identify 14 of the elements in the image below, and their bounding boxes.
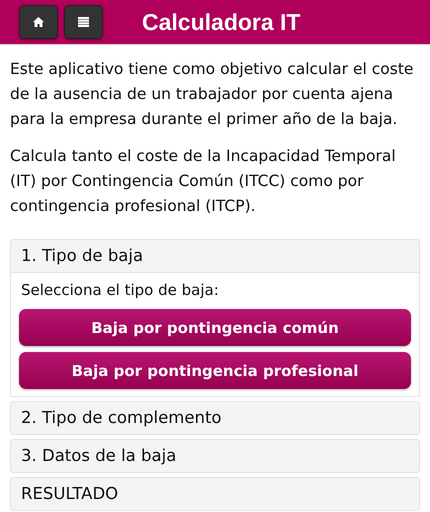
menu-button[interactable] bbox=[64, 5, 103, 39]
intro-paragraph: Este aplicativo tiene como objetivo calcular el coste de la ausencia de un trabajador por cuenta ajena para la empresa durante el primer año de la baja. bbox=[10, 59, 414, 130]
home-button[interactable] bbox=[19, 5, 58, 39]
section-header[interactable]: 3. Datos de la baja bbox=[10, 439, 420, 473]
menu-icon bbox=[78, 17, 89, 27]
section-header[interactable]: RESULTADO bbox=[10, 477, 420, 511]
intro-paragraph: Calcula tanto el coste de la Incapacidad Temporal (IT) por Contingencia Común (ITCC) como por contingencia profesional (ITCP). bbox=[10, 146, 397, 217]
option-button[interactable]: Baja por pontingencia común bbox=[19, 309, 411, 346]
app-title: Calculadora IT bbox=[142, 8, 300, 36]
section-header[interactable]: 2. Tipo de complemento bbox=[10, 401, 420, 435]
option-button[interactable]: Baja por pontingencia profesional bbox=[19, 352, 411, 389]
section-header[interactable]: 1. Tipo de baja bbox=[10, 239, 420, 273]
home-icon bbox=[33, 17, 44, 27]
section-prompt: Selecciona el tipo de baja: bbox=[20, 280, 220, 301]
